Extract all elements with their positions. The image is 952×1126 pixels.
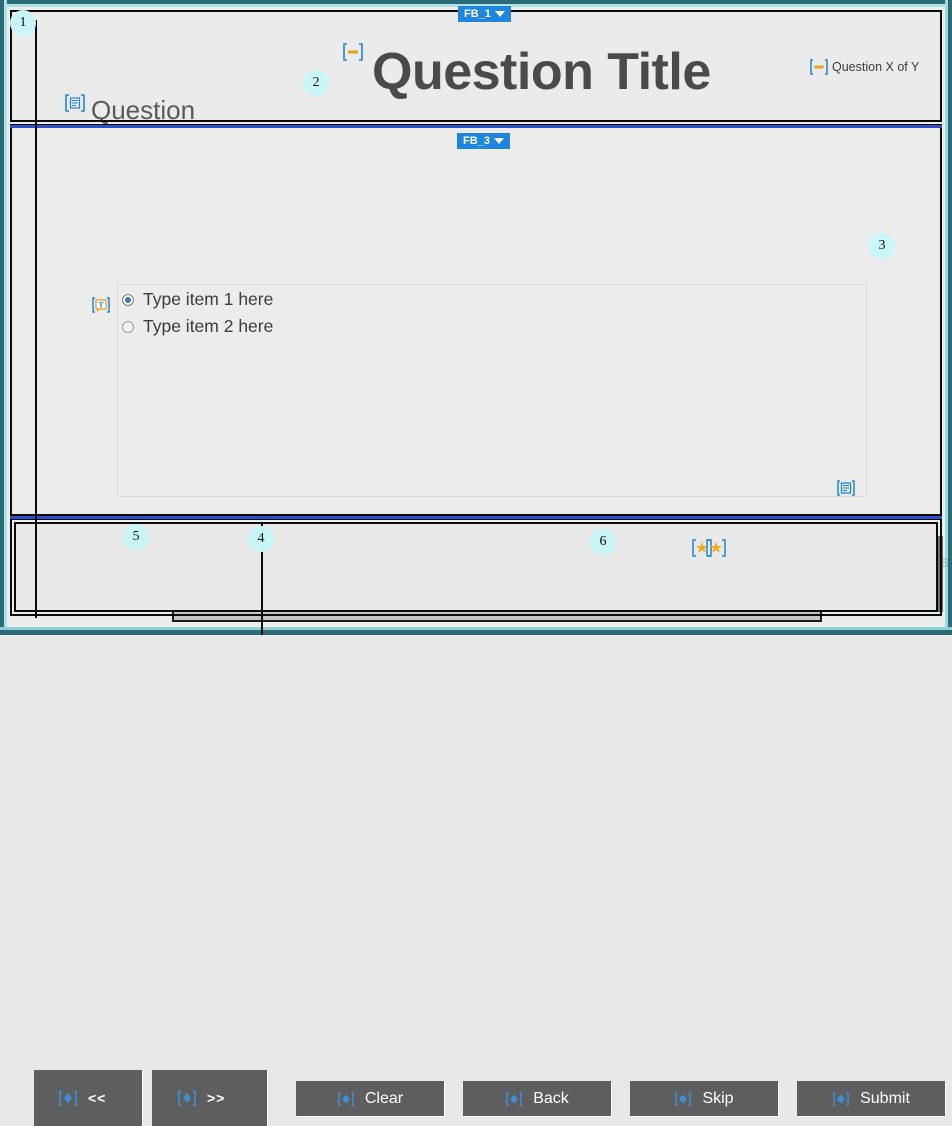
back-button-label: Back bbox=[533, 1089, 569, 1107]
submit-button[interactable]: Submit bbox=[797, 1081, 945, 1116]
window-edge-bottom bbox=[0, 630, 952, 635]
annotation-badge-2: 2 bbox=[303, 70, 329, 96]
fb-tag-1-label: FB_1 bbox=[464, 8, 491, 20]
svg-text:T: T bbox=[98, 301, 104, 310]
answer-option-2[interactable]: Type item 2 here bbox=[122, 316, 273, 337]
question-label: Question bbox=[91, 95, 196, 125]
question-counter-icon bbox=[809, 59, 829, 75]
guide-line-vertical bbox=[261, 538, 263, 635]
prev-page-button[interactable]: << bbox=[34, 1070, 142, 1126]
chevron-down-icon bbox=[494, 11, 505, 17]
fb-tag-3-label: FB_3 bbox=[463, 135, 490, 147]
header-band: Question Title Question Question X of Y bbox=[12, 12, 940, 125]
back-button-icon bbox=[505, 1091, 523, 1106]
application-root: Question Title Question Question X of Y bbox=[0, 0, 952, 1126]
answer-list-icon: T bbox=[91, 296, 111, 314]
divider-bottom bbox=[10, 516, 942, 519]
annotation-badge-6: 6 bbox=[590, 529, 616, 555]
answer-option-1[interactable]: Type item 1 here bbox=[122, 289, 273, 310]
back-button[interactable]: Back bbox=[463, 1081, 611, 1116]
content-band: T Type item 1 here Type item 2 here bbox=[12, 129, 949, 622]
submit-button-icon bbox=[832, 1091, 850, 1106]
annotation-badge-1: 1 bbox=[10, 10, 36, 36]
answer-option-2-label: Type item 2 here bbox=[143, 316, 274, 336]
fb-tag-3[interactable]: FB_3 bbox=[457, 133, 510, 149]
clear-button-icon bbox=[337, 1091, 355, 1106]
window-edge-bottom-light bbox=[0, 627, 952, 630]
answer-box-handle-icon[interactable] bbox=[836, 479, 856, 497]
window-edge-left-light bbox=[4, 0, 7, 635]
clear-button-label: Clear bbox=[364, 1089, 404, 1107]
skip-button-icon bbox=[674, 1091, 692, 1106]
fb-tag-1[interactable]: FB_1 bbox=[458, 6, 511, 22]
question-counter: Question X of Y bbox=[832, 60, 920, 74]
radio-button-2[interactable] bbox=[122, 320, 134, 333]
prev-page-icon bbox=[58, 1090, 78, 1106]
prev-page-label: << bbox=[88, 1090, 107, 1106]
annotation-badge-4: 4 bbox=[248, 526, 274, 552]
skip-button[interactable]: Skip bbox=[630, 1081, 778, 1116]
annotation-badge-5: 5 bbox=[123, 524, 149, 550]
page-title: Question Title bbox=[372, 43, 711, 101]
clear-button[interactable]: Clear bbox=[296, 1081, 444, 1116]
question-text-icon bbox=[64, 94, 86, 112]
feedback-warning-icon bbox=[705, 538, 727, 558]
answer-option-1-label: Type item 1 here bbox=[143, 289, 274, 309]
next-page-label: >> bbox=[207, 1090, 226, 1106]
skip-button-label: Skip bbox=[702, 1089, 734, 1107]
next-page-button[interactable]: >> bbox=[152, 1070, 267, 1126]
annotation-badge-3: 3 bbox=[869, 233, 895, 259]
guide-line-vertical-left bbox=[35, 20, 37, 618]
button-band: << >> Clear Back Skip Submit bbox=[16, 524, 945, 1126]
radio-button-1[interactable] bbox=[122, 293, 134, 306]
title-placeholder-icon bbox=[342, 43, 364, 61]
next-page-icon bbox=[177, 1090, 197, 1106]
window-edge-right-light bbox=[945, 0, 948, 635]
submit-button-label: Submit bbox=[860, 1089, 910, 1107]
window-edge-right bbox=[948, 0, 952, 635]
chevron-down-icon bbox=[493, 138, 504, 144]
